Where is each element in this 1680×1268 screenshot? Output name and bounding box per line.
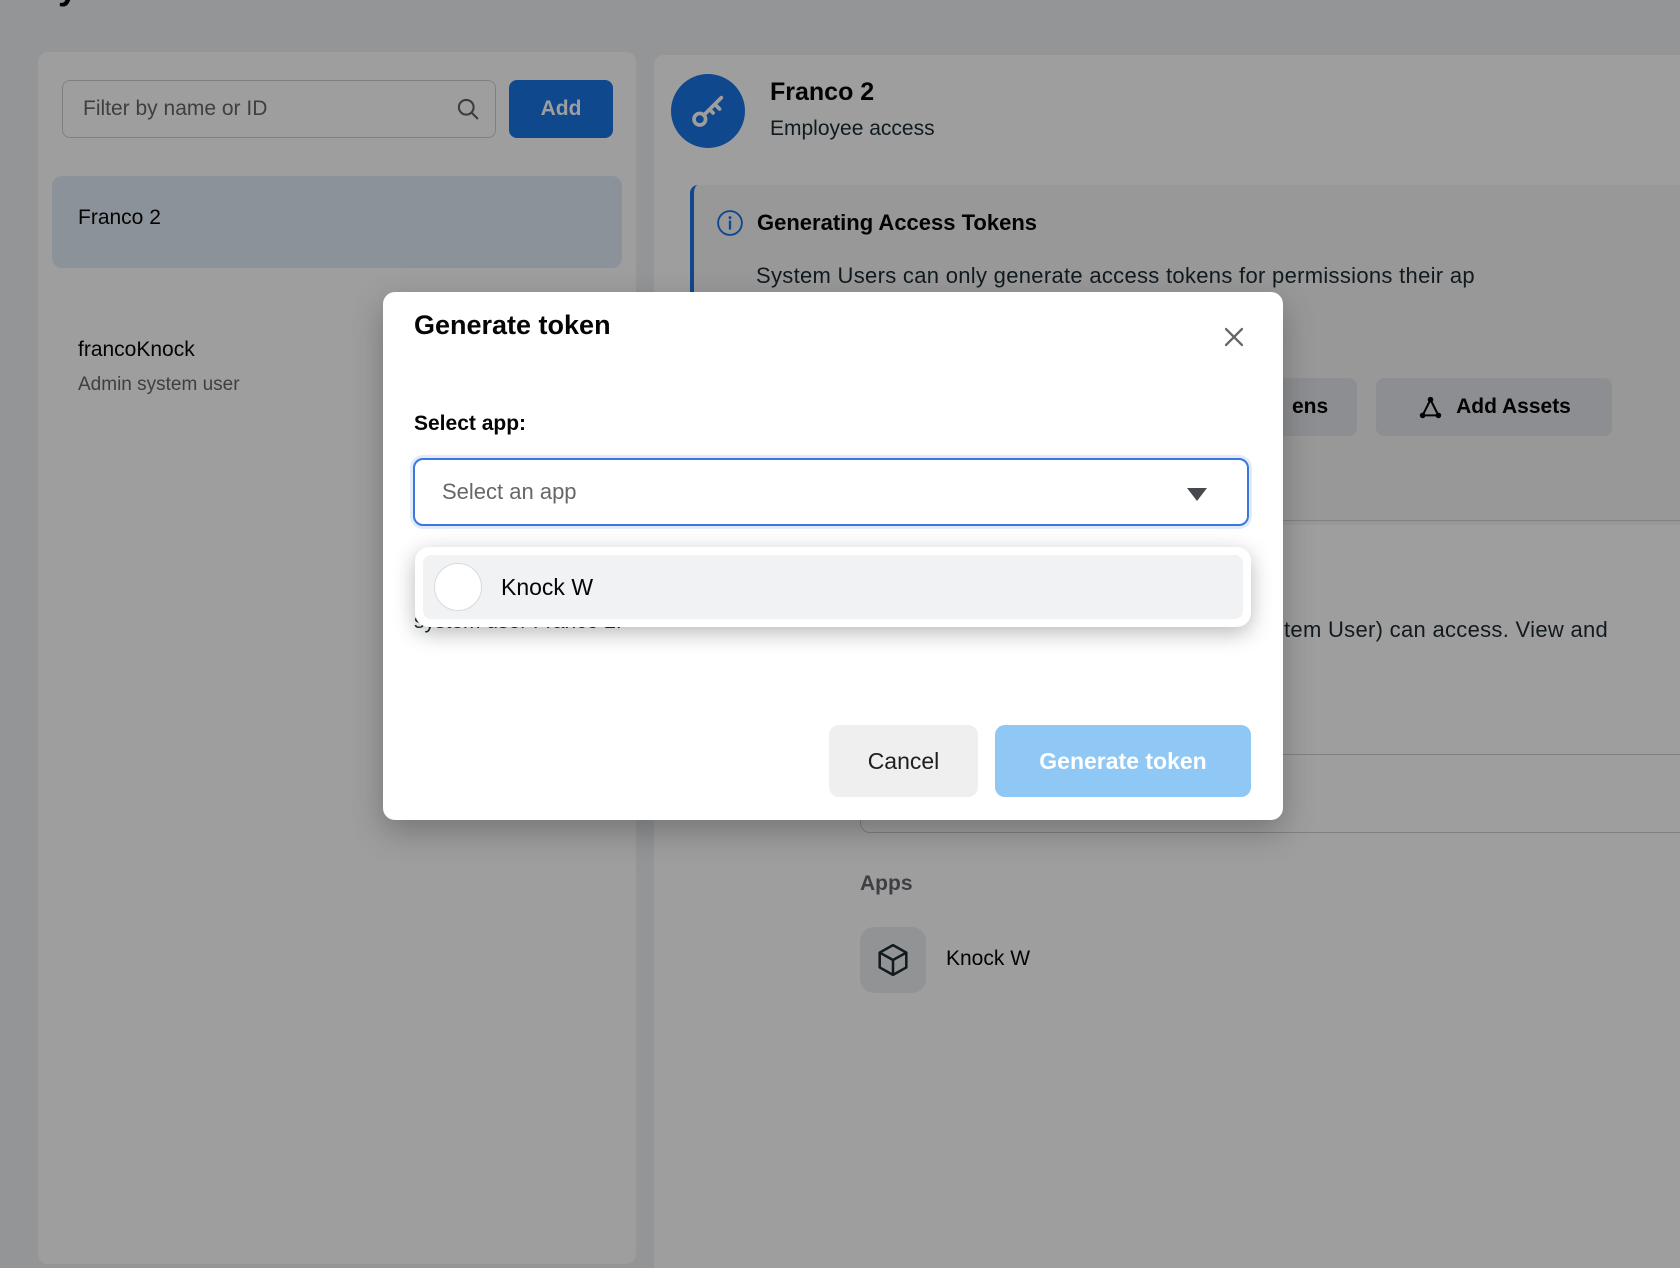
select-app-label: Select app: [414,412,526,436]
close-icon[interactable] [1217,320,1251,354]
app-select-placeholder: Select an app [442,479,577,505]
modal-title: Generate token [414,310,611,341]
generate-token-modal: Generate token Select app: Select an app… [383,292,1283,820]
app-select[interactable]: Select an app [413,458,1249,526]
app-option-label: Knock W [501,574,593,601]
app-option-radio[interactable] [434,563,482,611]
app-select-dropdown: Knock W [415,547,1251,627]
generate-token-button[interactable]: Generate token [995,725,1251,797]
chevron-down-icon [1187,488,1207,501]
cancel-button[interactable]: Cancel [829,725,978,797]
business-settings-screen: y Add Franco 2 francoKnock Admin system … [0,0,1680,1268]
cancel-label: Cancel [868,748,940,774]
app-option-knock-w[interactable]: Knock W [423,555,1243,619]
generate-token-label: Generate token [1039,748,1206,774]
